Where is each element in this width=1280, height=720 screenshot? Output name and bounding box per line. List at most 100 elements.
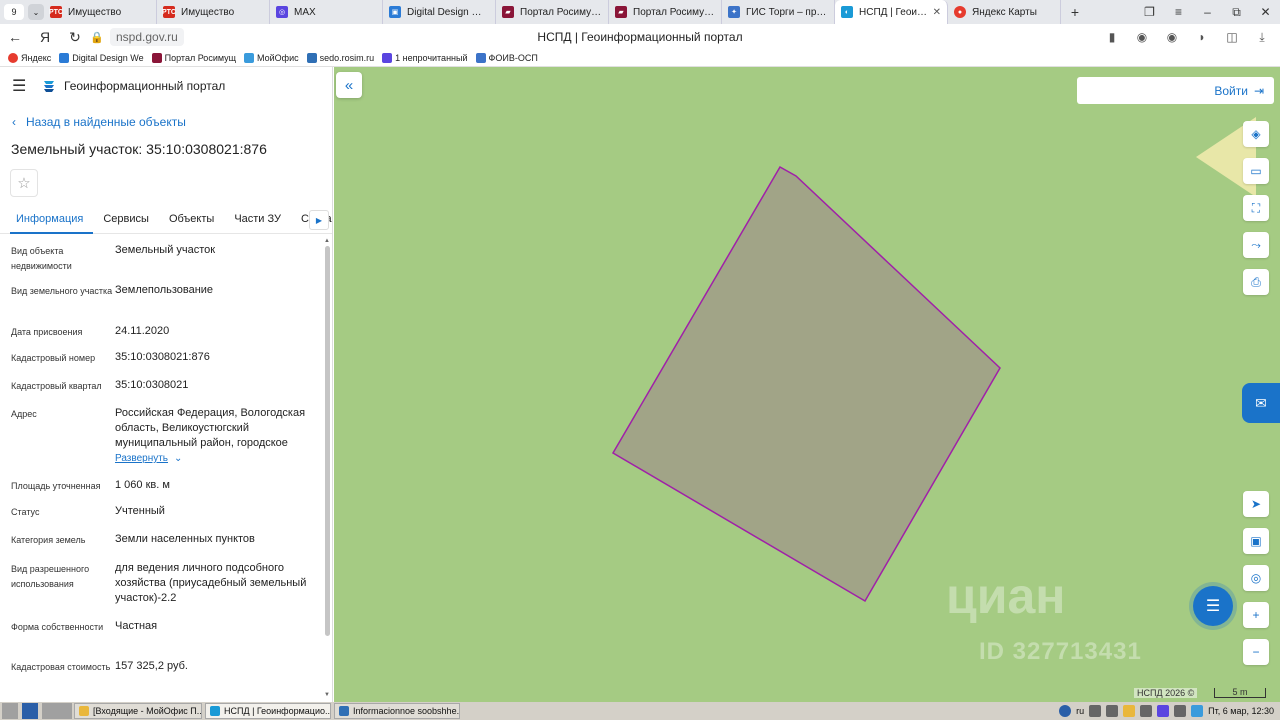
messenger-icon[interactable] [1157, 705, 1170, 717]
zoom-out-icon[interactable]: − [1243, 639, 1269, 665]
browser-tab[interactable]: ▰Портал Росимущест [496, 0, 609, 24]
menu-icon[interactable]: ☰ [12, 76, 38, 96]
info-row: Категория земель Земли населенных пункто… [11, 533, 255, 545]
select-area-icon[interactable]: ⛶ [1243, 195, 1269, 221]
yandex-icon[interactable]: Я [30, 29, 60, 45]
chevron-right-icon[interactable]: ▶ [309, 210, 329, 230]
info-row: Адрес Российская Федерация, Вологодская … [0, 406, 322, 478]
browser-tab[interactable]: РТС Имущество [44, 0, 157, 24]
panel-scrollbar[interactable]: ▲ ▼ [324, 238, 331, 698]
taskbar-app[interactable]: Informacionnoe soobshhe... [334, 703, 460, 719]
taskbar-app[interactable]: [Входящие - МойОфис П... [74, 703, 202, 719]
minimize-icon[interactable]: – [1193, 0, 1222, 24]
map-view[interactable]: « Войти ⇥ ◈ ▭ ⛶ ⤳ ⎙ ✉ ➤ ▣ ◎ + − ☰ циан I… [334, 67, 1280, 702]
browser-tab[interactable]: ▰Портал Росимущест [609, 0, 722, 24]
desktop-icon[interactable] [42, 703, 72, 719]
reload-icon[interactable]: ↻ [60, 29, 90, 46]
locate-icon[interactable]: ◎ [1243, 565, 1269, 591]
network-icon[interactable] [1089, 705, 1102, 717]
tab-objects[interactable]: Объекты [159, 208, 224, 234]
bookmark-item[interactable]: sedo.rosim.ru [306, 53, 374, 63]
ruler-icon[interactable]: ▭ [1243, 158, 1269, 184]
address-value: Российская Федерация, Вологодская област… [115, 407, 306, 449]
bookmark-item[interactable]: МойОфис [244, 53, 299, 63]
zoom-in-icon[interactable]: + [1243, 602, 1269, 628]
tab-info[interactable]: Информация [10, 208, 94, 234]
back-to-results-link[interactable]: ‹ Назад в найденные объекты [12, 115, 332, 129]
download-icon[interactable]: ⤓ [1252, 27, 1272, 47]
cloud-icon [244, 53, 255, 63]
tab-counter[interactable]: 9 [4, 4, 24, 20]
maximize-icon[interactable]: ⧉ [1222, 0, 1251, 24]
tab-services[interactable]: Сервисы [93, 208, 159, 234]
yandex-icon[interactable] [1059, 705, 1072, 717]
map-toolbar-top: ◈ ▭ ⛶ ⤳ ⎙ [1243, 121, 1269, 306]
keyboard-icon[interactable] [1174, 705, 1187, 717]
taskbar-app-active[interactable]: НСПД | Геоинформацио... [205, 703, 331, 719]
extension-icon[interactable]: ◉ [1162, 27, 1182, 47]
start-menu-icon[interactable] [2, 703, 18, 719]
storage-icon[interactable] [1140, 705, 1153, 717]
extension-icon[interactable]: ◉ [1132, 27, 1152, 47]
info-row: Кадастровая стоимость 157 325,2 руб. [11, 660, 188, 672]
feedback-side-icon[interactable]: ✉ [1242, 383, 1280, 423]
menu-icon[interactable]: ≡ [1164, 0, 1193, 24]
tab-list-icon[interactable]: ⌄ [28, 4, 44, 20]
browser-tab[interactable]: ● Яндекс Карты [948, 0, 1061, 24]
rts-icon: РТС [49, 6, 63, 18]
share-icon[interactable]: ⤳ [1243, 232, 1269, 258]
clipboard-icon[interactable] [1123, 705, 1136, 717]
print-icon[interactable]: ⎙ [1243, 269, 1269, 295]
navigate-icon[interactable]: ➤ [1243, 491, 1269, 517]
info-row: Кадастровый квартал 35:10:0308021 [11, 379, 189, 391]
bookmark-item[interactable]: Яндекс [8, 53, 51, 63]
scroll-down-icon[interactable]: ▼ [324, 692, 330, 698]
page-title: НСПД | Геоинформационный портал [537, 30, 743, 44]
browser-tab[interactable]: ▣Digital Design Web C [383, 0, 496, 24]
language-indicator[interactable]: ru [1076, 706, 1084, 716]
info-row: Кадастровый номер 35:10:0308021:876 [11, 351, 210, 363]
tab-parts[interactable]: Части ЗУ [224, 208, 291, 234]
url-field[interactable]: nspd.gov.ru [110, 28, 184, 46]
dd-icon: ▣ [389, 6, 401, 18]
panel-header: ☰ Геоинформационный портал [0, 67, 332, 105]
minimap-icon[interactable]: ▣ [1243, 528, 1269, 554]
bookmark-item[interactable]: 1 непрочитанный [382, 53, 468, 63]
yandex-launcher-icon[interactable] [22, 703, 38, 719]
watermark-id: ID 327713431 [979, 638, 1142, 665]
back-arrow-icon[interactable]: ← [0, 29, 30, 45]
extension-icon[interactable]: ◫ [1222, 27, 1242, 47]
cloud-icon[interactable] [1191, 705, 1204, 717]
login-button[interactable]: Войти ⇥ [1077, 77, 1274, 104]
yandex-icon [8, 53, 18, 63]
tabs-icon[interactable]: ❐ [1135, 0, 1164, 24]
new-tab-button[interactable]: + [1061, 4, 1089, 20]
close-icon[interactable]: ✕ [933, 7, 941, 18]
browser-tab[interactable]: ✦ГИС Торги – продаж [722, 0, 835, 24]
layers-icon[interactable]: ◈ [1243, 121, 1269, 147]
nspd-icon: ◐ [841, 6, 853, 18]
expand-address-link[interactable]: Развернуть ⌄ [115, 451, 314, 466]
browser-tabbar: 9 ⌄ РТС Имущество РТС Имущество ◎ MAX ▣ Digi… [0, 0, 1280, 24]
favorite-star-icon[interactable]: ☆ [10, 169, 38, 197]
map-toolbar-bottom: ➤ ▣ ◎ + − [1243, 491, 1269, 676]
land-parcel-polygon[interactable] [611, 165, 1001, 603]
object-info-panel: ☰ Геоинформационный портал ‹ Назад в най… [0, 67, 333, 702]
scroll-up-icon[interactable]: ▲ [324, 238, 330, 244]
browser-tab-active[interactable]: ◐НСПД | Геоинфор✕ [835, 0, 948, 24]
chat-icon[interactable]: ☰ [1193, 586, 1233, 626]
extension-icon[interactable]: ◗ [1192, 27, 1212, 47]
close-window-icon[interactable]: ✕ [1251, 0, 1280, 24]
volume-icon[interactable] [1106, 705, 1119, 717]
browser-tab[interactable]: РТС Имущество [157, 0, 270, 24]
collapse-panel-icon[interactable]: « [336, 72, 362, 98]
bookmark-item[interactable]: ФОИВ-ОСП [475, 53, 538, 63]
browser-tab[interactable]: ◎ MAX [270, 0, 383, 24]
scrollbar-thumb[interactable] [325, 246, 330, 636]
bookmark-item[interactable]: Портал Росимущ [151, 53, 236, 63]
bookmark-icon[interactable]: ▮ [1102, 27, 1122, 47]
window-controls: ❐ ≡ – ⧉ ✕ [1135, 0, 1280, 24]
bookmark-item[interactable]: Digital Design We [59, 53, 144, 63]
scale-bar: 5 m [1214, 688, 1266, 698]
clock[interactable]: Пт, 6 мар, 12:30 [1208, 706, 1274, 716]
